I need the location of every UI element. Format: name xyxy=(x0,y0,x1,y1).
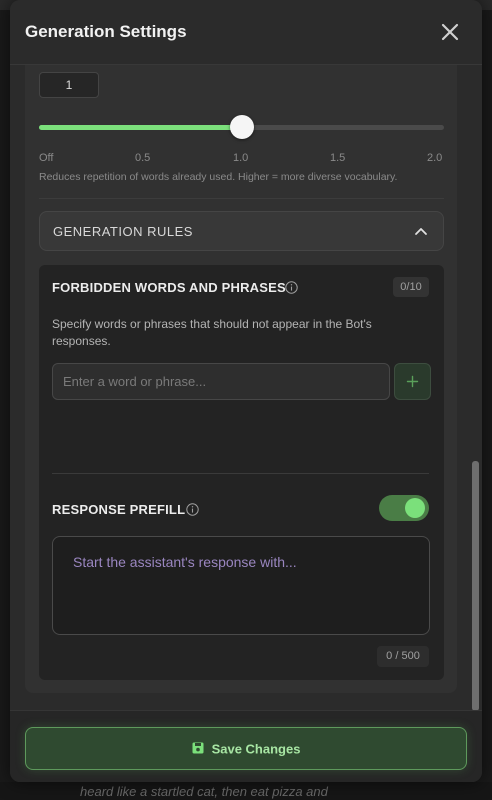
tick-label: Off xyxy=(39,152,54,164)
add-word-button[interactable] xyxy=(394,363,431,400)
chevron-up-icon xyxy=(415,228,427,235)
forbidden-description: Specify words or phrases that should not… xyxy=(52,317,372,348)
generation-rules-title: GENERATION RULES xyxy=(53,224,193,239)
prefill-char-count: 0 / 500 xyxy=(377,646,429,667)
tick-label: 0.5 xyxy=(135,152,151,164)
settings-scroll-area[interactable]: 1 Off 0.5 1.0 1.5 2.0 Reduces repetition… xyxy=(10,65,482,710)
divider xyxy=(39,198,444,199)
close-button[interactable] xyxy=(436,18,464,46)
generation-rules-content: FORBIDDEN WORDS AND PHRASES 0/10 Specify… xyxy=(39,265,444,680)
scrollbar-thumb[interactable] xyxy=(472,461,479,711)
close-icon xyxy=(441,23,459,41)
save-button-content: Save Changes xyxy=(26,728,466,769)
generation-settings-dialog: Generation Settings 1 Off 0.5 1.0 1.5 2.… xyxy=(10,0,482,782)
response-prefill-textarea[interactable]: Start the assistant's response with... xyxy=(52,536,430,635)
info-icon[interactable] xyxy=(186,503,199,516)
background-message-text: heard like a startled cat, then eat pizz… xyxy=(80,784,328,799)
generation-rules-accordion[interactable]: GENERATION RULES xyxy=(39,211,444,251)
repetition-value-box[interactable]: 1 xyxy=(39,72,99,98)
divider xyxy=(52,473,429,474)
response-prefill-toggle[interactable] xyxy=(379,495,429,521)
dialog-title: Generation Settings xyxy=(25,22,187,41)
tick-label: 2.0 xyxy=(427,152,443,164)
toggle-knob xyxy=(405,498,425,518)
plus-icon xyxy=(406,375,419,388)
settings-panel: 1 Off 0.5 1.0 1.5 2.0 Reduces repetition… xyxy=(25,65,457,693)
dialog-header: Generation Settings xyxy=(10,0,482,65)
repetition-helper-text: Reduces repetition of words already used… xyxy=(39,171,398,183)
scrollbar[interactable] xyxy=(472,65,479,711)
save-button-label: Save Changes xyxy=(211,741,301,757)
info-icon[interactable] xyxy=(285,281,298,294)
save-icon xyxy=(192,742,204,754)
tick-label: 1.0 xyxy=(233,152,249,164)
repetition-slider[interactable] xyxy=(39,115,444,139)
response-prefill-title: RESPONSE PREFILL xyxy=(52,502,186,517)
slider-thumb[interactable] xyxy=(229,115,254,139)
forbidden-words-title: FORBIDDEN WORDS AND PHRASES xyxy=(52,280,286,295)
forbidden-count-badge: 0/10 xyxy=(393,277,429,297)
prefill-placeholder: Start the assistant's response with... xyxy=(73,554,297,570)
forbidden-word-input[interactable] xyxy=(52,363,390,400)
dialog-footer: Save Changes xyxy=(10,710,482,782)
tick-label: 1.5 xyxy=(330,152,346,164)
save-changes-button[interactable]: Save Changes xyxy=(25,727,467,770)
slider-fill xyxy=(39,125,242,130)
